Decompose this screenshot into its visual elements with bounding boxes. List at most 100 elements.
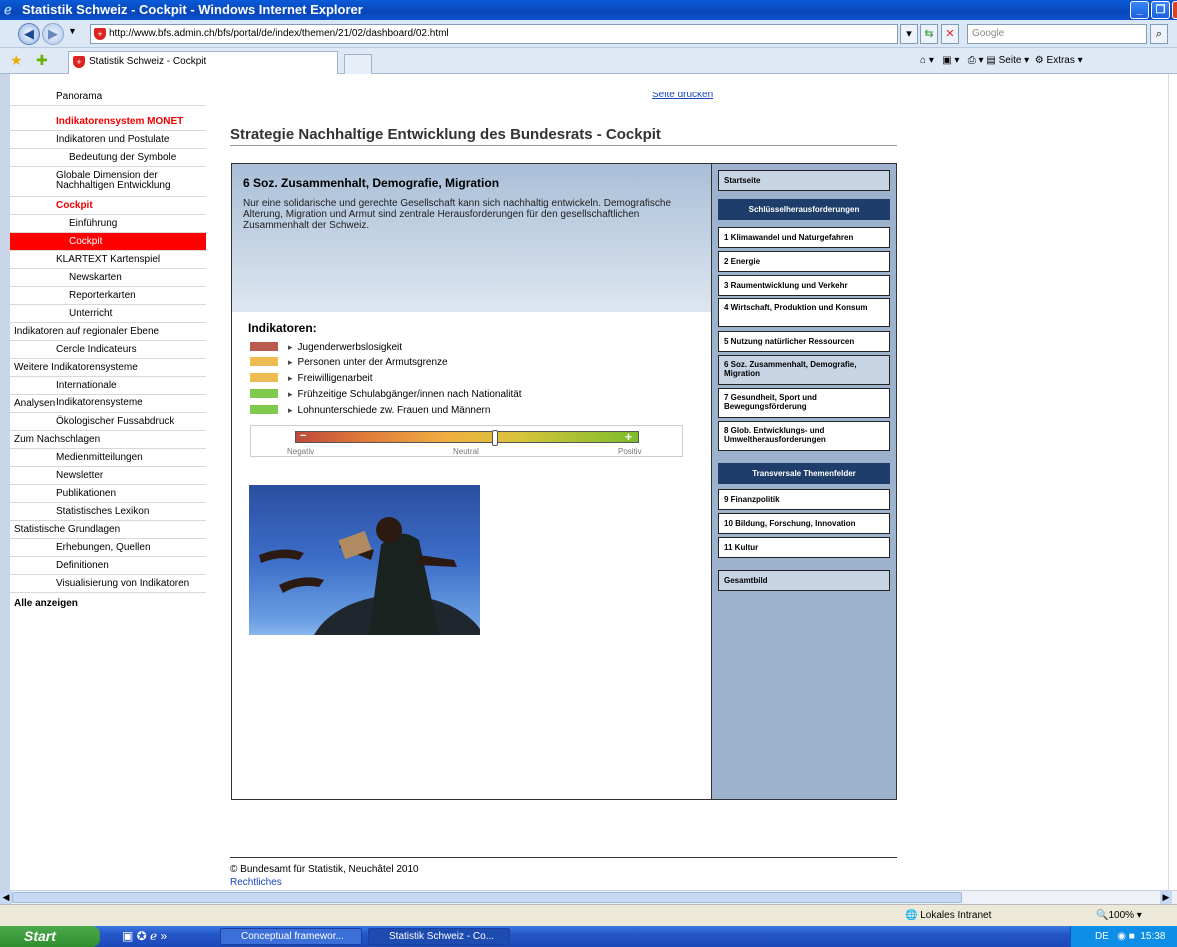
- indicator-swatch: [250, 342, 278, 351]
- horizontal-scrollbar[interactable]: ◀ ▶: [0, 890, 1177, 904]
- url-text: http://www.bfs.admin.ch/bfs/portal/de/in…: [109, 28, 449, 39]
- tools-menu[interactable]: ⚙ Extras ▾: [1035, 55, 1083, 66]
- nav-item-6-active[interactable]: 6 Soz. Zusammenhalt, Demografie, Migrati…: [718, 355, 890, 385]
- sidebar-item-newsletter[interactable]: Newsletter: [10, 467, 206, 485]
- taskbar-item-statistik[interactable]: Statistik Schweiz - Co...: [368, 928, 510, 945]
- sidebar-item-erhebungen[interactable]: Erhebungen, Quellen: [10, 539, 206, 557]
- sidebar-item-klartext[interactable]: KLARTEXT Kartenspiel: [10, 251, 206, 269]
- nav-item-9[interactable]: 9 Finanzpolitik: [718, 489, 890, 510]
- nav-item-7[interactable]: 7 Gesundheit, Sport und Bewegungsförderu…: [718, 388, 890, 418]
- sidebar-item-statistische-grundlagen[interactable]: Statistische Grundlagen: [10, 521, 206, 539]
- scroll-thumb[interactable]: [12, 892, 962, 903]
- url-dropdown-icon[interactable]: ▾: [900, 24, 918, 44]
- search-input[interactable]: Google: [967, 24, 1147, 44]
- url-input[interactable]: + http://www.bfs.admin.ch/bfs/portal/de/…: [90, 24, 898, 44]
- indicator-label[interactable]: Lohnunterschiede zw. Frauen und Männern: [288, 403, 491, 418]
- maximize-button[interactable]: ❐: [1151, 1, 1170, 19]
- sidebar-item-panorama[interactable]: Panorama: [10, 92, 206, 106]
- zoom-control[interactable]: 🔍100% ▾: [1096, 905, 1142, 927]
- stop-icon[interactable]: ✕: [941, 24, 959, 44]
- photo-illustration: [259, 517, 480, 635]
- nav-header-transversal: Transversale Themenfelder: [718, 463, 890, 484]
- language-indicator[interactable]: DE: [1095, 931, 1109, 942]
- sidebar-item-nachschlagen[interactable]: Zum Nachschlagen: [10, 431, 206, 449]
- minimize-button[interactable]: _: [1130, 1, 1149, 19]
- indicator-label[interactable]: Personen unter der Armutsgrenze: [288, 355, 448, 370]
- refresh-icon[interactable]: ⇆: [920, 24, 938, 44]
- start-button[interactable]: Start: [0, 926, 100, 947]
- print-icon[interactable]: ⎙ ▾: [968, 55, 984, 66]
- sidebar-item-einfuehrung[interactable]: Einführung: [10, 215, 206, 233]
- forward-button[interactable]: ▶: [42, 23, 64, 45]
- clock[interactable]: 15:38: [1140, 931, 1165, 942]
- close-button[interactable]: ✕: [1172, 1, 1177, 19]
- new-tab-button[interactable]: [344, 54, 372, 74]
- print-page-link[interactable]: Seite drucken: [652, 92, 713, 102]
- nav-item-10[interactable]: 10 Bildung, Forschung, Innovation: [718, 513, 890, 534]
- security-zone[interactable]: 🌐 Lokales Intranet: [905, 905, 991, 927]
- sidebar-item-unterricht[interactable]: Unterricht: [10, 305, 206, 323]
- sidebar-item-newskarten[interactable]: Newskarten: [10, 269, 206, 287]
- task2-label: Statistik Schweiz - Co...: [389, 931, 495, 942]
- indicator-label[interactable]: Freiwilligenarbeit: [288, 371, 373, 386]
- nav-item-4[interactable]: 4 Wirtschaft, Produktion und Konsum: [718, 298, 890, 327]
- nav-item-11[interactable]: 11 Kultur: [718, 537, 890, 558]
- indicator-label[interactable]: Jugenderwerbslosigkeit: [288, 340, 403, 355]
- sidebar-item-cockpit-active[interactable]: Cockpit: [10, 233, 206, 251]
- sidebar-item-medienmitteilungen[interactable]: Medienmitteilungen: [10, 449, 206, 467]
- nav-item-3[interactable]: 3 Raumentwicklung und Verkehr: [718, 275, 890, 296]
- indicator-label[interactable]: Frühzeitige Schulabgänger/innen nach Nat…: [288, 387, 522, 402]
- evaluation-scale: − + Negativ Neutral Positiv: [250, 425, 683, 457]
- indicator-swatch: [250, 405, 278, 414]
- sidebar-item-publikationen[interactable]: Publikationen: [10, 485, 206, 503]
- history-dropdown-icon[interactable]: ▼: [68, 26, 77, 36]
- taskbar-item-conceptual[interactable]: Conceptual framewor...: [220, 928, 362, 945]
- add-favorites-icon[interactable]: ✚: [36, 52, 48, 69]
- scroll-left-arrow[interactable]: ◀: [0, 891, 12, 904]
- sidebar-item-indikatoren-postulate[interactable]: Indikatoren und Postulate: [10, 131, 206, 149]
- section-photo: [249, 485, 480, 635]
- scale-label-positive: Positiv: [618, 447, 642, 456]
- tray-icons[interactable]: ◉ ■: [1117, 931, 1135, 942]
- tab-label: Statistik Schweiz - Cockpit: [89, 56, 207, 67]
- sidebar-item-reporterkarten[interactable]: Reporterkarten: [10, 287, 206, 305]
- nav-header-schluessel: Schlüsselherausforderungen: [718, 199, 890, 220]
- search-placeholder: Google: [972, 28, 1005, 39]
- nav-item-1[interactable]: 1 Klimawandel und Naturgefahren: [718, 227, 890, 248]
- back-button[interactable]: ◀: [18, 23, 40, 45]
- indicator-swatch: [250, 389, 278, 398]
- sidebar-item-globale-dimension[interactable]: Globale Dimension der Nachhaltigen Entwi…: [10, 167, 206, 197]
- sidebar-item-cercle-indicateurs[interactable]: Cercle Indicateurs: [10, 341, 206, 359]
- sidebar-item-lexikon[interactable]: Statistisches Lexikon: [10, 503, 206, 521]
- home-icon[interactable]: ⌂ ▾: [920, 55, 934, 66]
- footer-divider: [230, 857, 897, 858]
- sidebar-item-regionale-ebene[interactable]: Indikatoren auf regionaler Ebene: [10, 323, 206, 341]
- nav-item-2[interactable]: 2 Energie: [718, 251, 890, 272]
- window-titlebar: ℯ Statistik Schweiz - Cockpit - Windows …: [0, 0, 1177, 20]
- nav-item-8[interactable]: 8 Glob. Entwicklungs- und Umweltherausfo…: [718, 421, 890, 451]
- page-title: Strategie Nachhaltige Entwicklung des Bu…: [230, 126, 661, 143]
- quicklaunch-icons[interactable]: ▣ ✪ ℯ »: [122, 926, 167, 947]
- search-icon[interactable]: ⌕: [1150, 24, 1168, 44]
- feeds-icon[interactable]: ▣ ▾: [942, 55, 959, 66]
- sidebar-item-internationale[interactable]: Internationale Indikatorensysteme: [10, 377, 206, 408]
- sidebar-item-monet[interactable]: Indikatorensystem MONET: [10, 113, 206, 131]
- nav-item-5[interactable]: 5 Nutzung natürlicher Ressourcen: [718, 331, 890, 352]
- nav-startseite[interactable]: Startseite: [718, 170, 890, 191]
- nav-gesamtbild[interactable]: Gesamtbild: [718, 570, 890, 591]
- page-menu[interactable]: ▤ Seite ▾: [986, 55, 1029, 66]
- tab-statistik-cockpit[interactable]: + Statistik Schweiz - Cockpit: [68, 51, 338, 74]
- sidebar-item-analysen[interactable]: Analysen: [10, 395, 206, 413]
- site-shield-icon: +: [94, 28, 106, 40]
- sidebar-item-definitionen[interactable]: Definitionen: [10, 557, 206, 575]
- sidebar-item-fussabdruck[interactable]: Ökologischer Fussabdruck: [10, 413, 206, 431]
- sidebar-item-bedeutung-symbole[interactable]: Bedeutung der Symbole: [10, 149, 206, 167]
- sidebar-item-alle-anzeigen[interactable]: Alle anzeigen: [10, 595, 206, 613]
- sidebar-item-cockpit[interactable]: Cockpit: [10, 197, 206, 215]
- sidebar-item-weitere-indikatorensysteme[interactable]: Weitere Indikatorensysteme: [10, 359, 206, 377]
- legal-link[interactable]: Rechtliches: [230, 877, 282, 888]
- vertical-scrollbar[interactable]: [1168, 74, 1177, 899]
- scroll-right-arrow[interactable]: ▶: [1160, 891, 1172, 904]
- favorites-star-icon[interactable]: ★: [10, 52, 23, 69]
- sidebar-item-visualisierung[interactable]: Visualisierung von Indikatoren: [10, 575, 206, 593]
